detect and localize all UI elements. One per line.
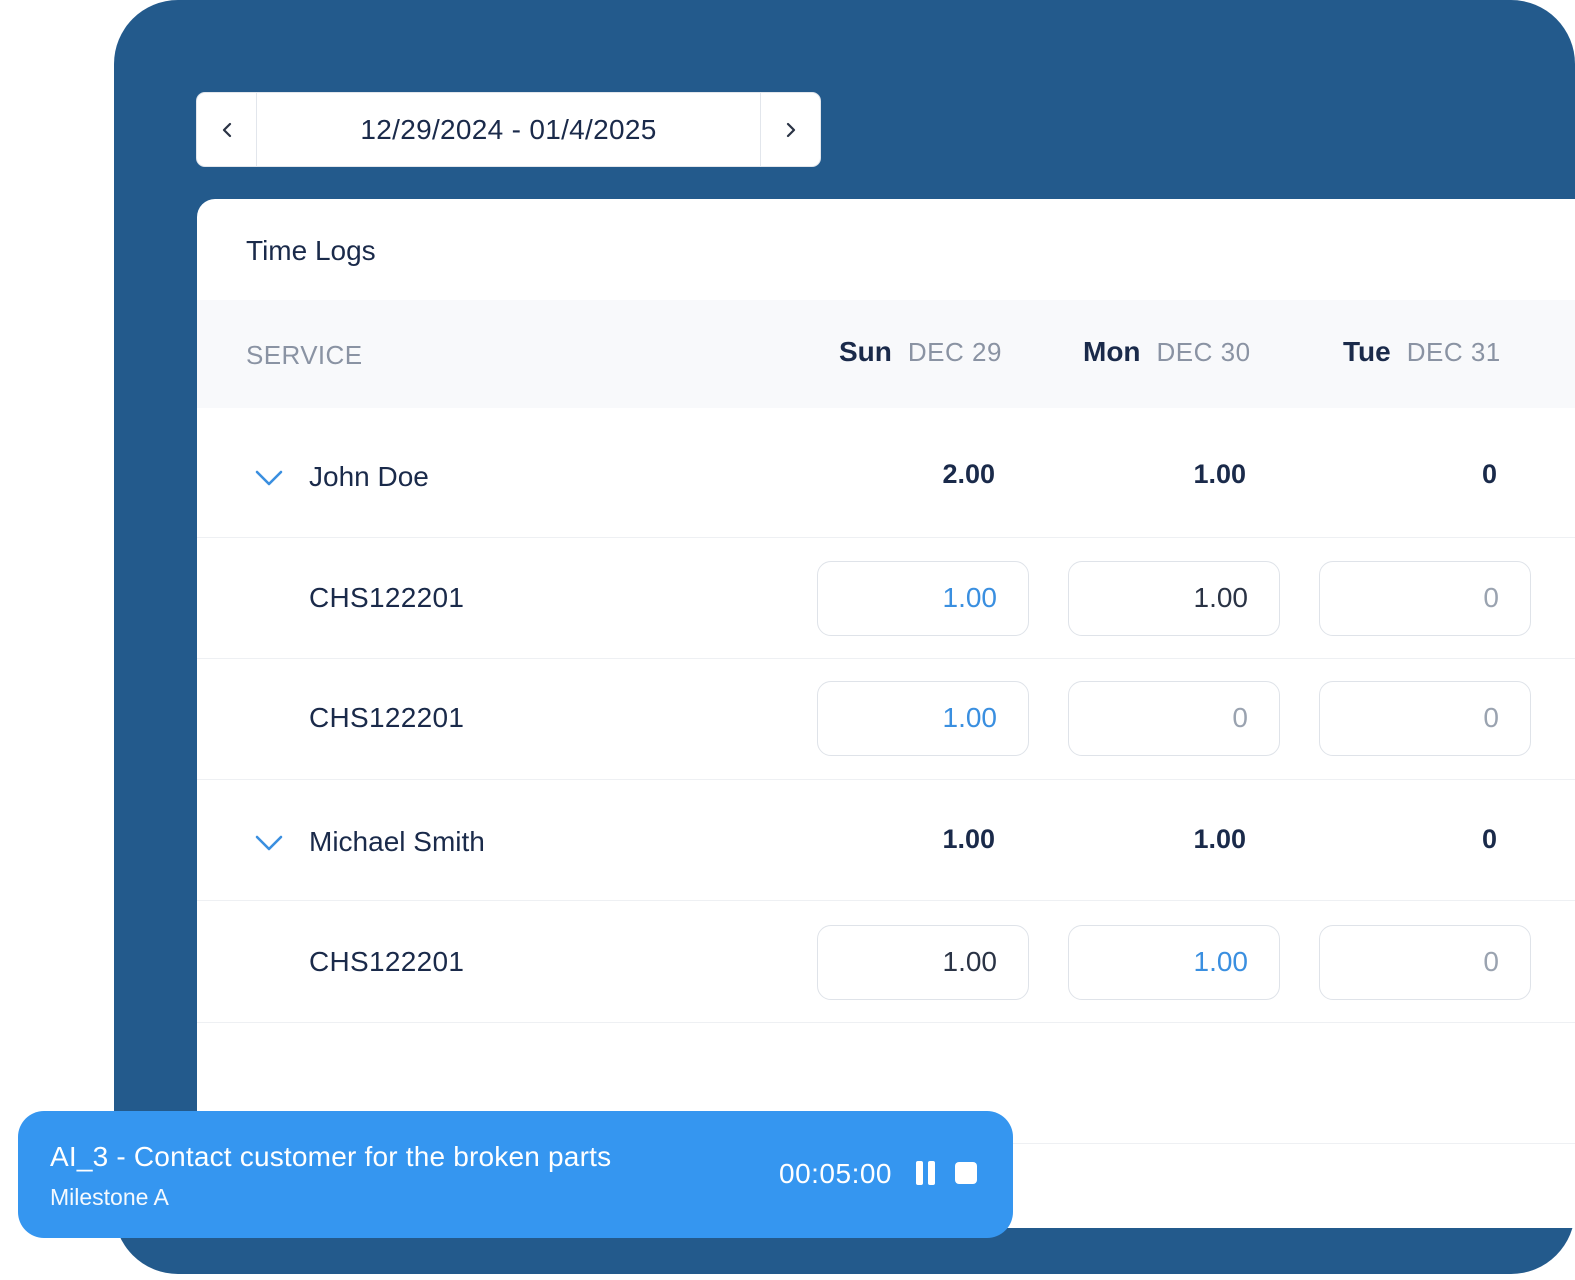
group-row-john-doe: John Doe 2.00 1.00 0 <box>197 417 1575 538</box>
group-row-michael-smith: Michael Smith 1.00 1.00 0 <box>197 780 1575 901</box>
next-week-button[interactable] <box>760 93 820 166</box>
hours-input-mon[interactable]: 1.00 <box>1068 561 1280 636</box>
group-name: John Doe <box>309 461 429 492</box>
time-logs-panel: Time Logs SERVICE Sun DEC 29 Mon DEC 30 … <box>197 199 1575 1228</box>
table-row: CHS122201 1.00 1.00 0 <box>197 538 1575 659</box>
chevron-down-icon[interactable] <box>255 469 283 487</box>
service-column-header: SERVICE <box>246 340 363 370</box>
previous-week-button[interactable] <box>197 93 257 166</box>
panel-title: Time Logs <box>246 235 376 266</box>
service-code: CHS122201 <box>309 702 465 733</box>
active-timer-bar: AI_3 - Contact customer for the broken p… <box>18 1111 1013 1238</box>
group-total-sun: 2.00 <box>942 459 995 489</box>
hours-input-sun[interactable]: 1.00 <box>817 681 1029 756</box>
hours-input-mon[interactable]: 1.00 <box>1068 925 1280 1000</box>
pause-icon[interactable] <box>914 1161 938 1187</box>
day-header-tue: Tue DEC 31 <box>1343 336 1501 367</box>
hours-input-mon[interactable]: 0 <box>1068 681 1280 756</box>
chevron-down-icon[interactable] <box>255 834 283 852</box>
timer-milestone: Milestone A <box>50 1184 169 1210</box>
service-code: CHS122201 <box>309 946 465 977</box>
group-total-sun: 1.00 <box>942 824 995 854</box>
hours-input-tue[interactable]: 0 <box>1319 681 1531 756</box>
table-header: SERVICE Sun DEC 29 Mon DEC 30 Tue DEC 31 <box>197 300 1575 408</box>
date-range-navigator: 12/29/2024 - 01/4/2025 <box>196 92 821 167</box>
chevron-right-icon <box>786 122 795 137</box>
group-total-tue: 0 <box>1481 459 1497 489</box>
day-header-mon: Mon DEC 30 <box>1083 336 1251 367</box>
stop-icon[interactable] <box>955 1162 977 1184</box>
hours-input-tue[interactable]: 0 <box>1319 925 1531 1000</box>
service-code: CHS122201 <box>309 582 465 613</box>
hours-input-sun[interactable]: 1.00 <box>817 925 1029 1000</box>
group-total-tue: 0 <box>1481 824 1497 854</box>
group-total-mon: 1.00 <box>1193 824 1246 854</box>
hours-input-tue[interactable]: 0 <box>1319 561 1531 636</box>
table-row: CHS122201 1.00 0 0 <box>197 659 1575 780</box>
hours-input-sun[interactable]: 1.00 <box>817 561 1029 636</box>
chevron-left-icon <box>222 122 231 137</box>
timer-task-title: AI_3 - Contact customer for the broken p… <box>50 1141 612 1172</box>
table-row: CHS122201 1.00 1.00 0 <box>197 902 1575 1023</box>
group-total-mon: 1.00 <box>1193 459 1246 489</box>
group-name: Michael Smith <box>309 826 485 857</box>
day-header-sun: Sun DEC 29 <box>839 336 1002 367</box>
date-range-label: 12/29/2024 - 01/4/2025 <box>360 113 657 145</box>
timer-elapsed: 00:05:00 <box>779 1158 892 1189</box>
